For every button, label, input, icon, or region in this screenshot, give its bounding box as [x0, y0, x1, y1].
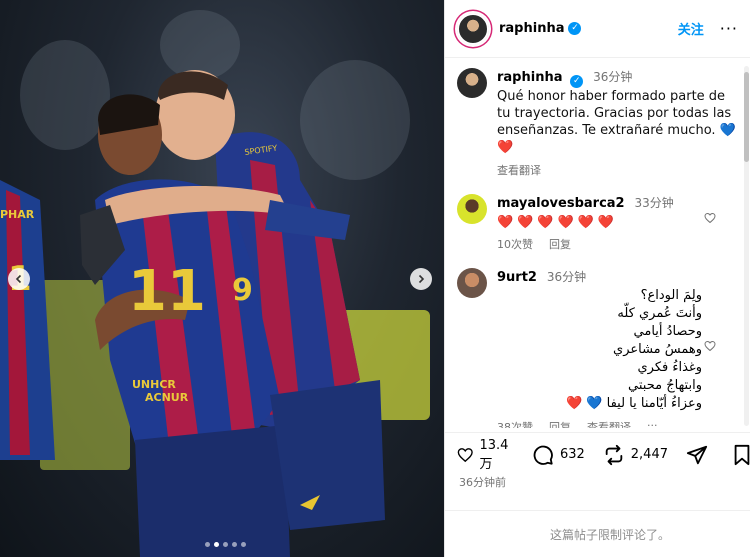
like-count: 13.4 万: [479, 437, 509, 472]
comment-line: وابتهاجُ محبتي: [628, 378, 702, 393]
svg-text:9: 9: [232, 273, 253, 308]
comment-actions: 10次赞 回复: [497, 236, 738, 252]
repost-icon: [605, 444, 623, 465]
commenter-avatar[interactable]: [457, 268, 487, 298]
players-illustration: 11 9 1 UNHCR ACNUR SPOTIFY PHAR: [0, 70, 385, 557]
comment-body: mayalovesbarca2 33分钟 ❤️❤️❤️❤️❤️❤️ 10次赞 回…: [497, 194, 738, 252]
comment-time: 36分钟: [593, 70, 633, 84]
svg-text:ACNUR: ACNUR: [145, 391, 189, 404]
comment-item: mayalovesbarca2 33分钟 ❤️❤️❤️❤️❤️❤️ 10次赞 回…: [457, 194, 738, 252]
author-avatar[interactable]: [457, 12, 489, 45]
comment-line: وعزاءُ أيّامنا يا ليفا 💙 ❤️: [497, 395, 702, 413]
comment-username[interactable]: mayalovesbarca2: [497, 196, 625, 211]
comment-text: ❤️❤️❤️❤️❤️❤️: [497, 215, 619, 230]
like-button[interactable]: 13.4 万: [457, 438, 514, 472]
repost-count: 2,447: [630, 447, 668, 462]
verified-badge-icon: ✓: [568, 22, 582, 35]
comment-username[interactable]: 9urt2: [497, 270, 537, 285]
comment-line: وأنتَ عُمري كلّه: [617, 306, 702, 321]
like-comment-heart-icon[interactable]: [704, 212, 716, 224]
carousel-dot: [232, 542, 237, 547]
like-comment-heart-icon[interactable]: [704, 340, 716, 352]
comment-line: وغذاءُ فكري: [637, 360, 703, 375]
comment-button[interactable]: 632: [532, 444, 585, 466]
comment-username[interactable]: raphinha: [497, 70, 562, 85]
comment-text: ولِمَ الوداع؟ وأنتَ عُمري كلّه وحصادُ أي…: [497, 287, 738, 413]
svg-text:11: 11: [128, 259, 206, 324]
comment-line: ولِمَ الوداع؟: [640, 288, 702, 303]
see-translation-link[interactable]: 查看翻译: [587, 419, 631, 428]
carousel-indicator: [205, 542, 246, 547]
more-options-icon[interactable]: ···: [720, 19, 738, 38]
svg-text:PHAR: PHAR: [0, 208, 35, 221]
carousel-next-button[interactable]: [410, 268, 432, 290]
post-photo: 11 9 1 UNHCR ACNUR SPOTIFY PHAR: [0, 0, 444, 557]
comment-item: raphinha ✓ 36分钟 Qué honor haber formado …: [457, 68, 738, 178]
comment-like-count[interactable]: 38次赞: [497, 419, 533, 428]
chevron-right-icon: [418, 274, 425, 284]
scrollbar-thumb[interactable]: [744, 72, 749, 162]
comment-count: 632: [559, 447, 585, 462]
comment-body: 9urt2 36分钟 ولِمَ الوداع؟ وأنتَ عُمري كلّ…: [497, 268, 738, 428]
carousel-dot: [241, 542, 246, 547]
comment-text: Qué honor haber formado parte de tu tray…: [497, 88, 738, 156]
carousel-dot: [223, 542, 228, 547]
bookmark-icon[interactable]: [732, 444, 750, 466]
post-timestamp: 36分钟前: [459, 476, 506, 489]
heart-icon: [457, 447, 473, 462]
comment-text-content: Qué honor haber formado parte de tu tray…: [497, 89, 732, 138]
action-bar-right: [732, 444, 750, 466]
comment-emojis: 💙 ❤️: [565, 396, 603, 411]
comment-line-text: وعزاءُ أيّامنا يا ليفا: [606, 396, 702, 411]
comment-line: وهمسُ مشاعري: [613, 342, 702, 357]
post-header: raphinha ✓ 关注 ···: [445, 0, 750, 58]
comment-body: raphinha ✓ 36分钟 Qué honor haber formado …: [497, 68, 738, 178]
send-icon: [686, 445, 708, 464]
comment-line: وحصادُ أيامي: [633, 324, 702, 339]
comments-limited-notice: 这篇帖子限制评论了。: [445, 510, 750, 557]
comment-like-count[interactable]: 10次赞: [497, 236, 533, 252]
commenter-avatar[interactable]: [457, 194, 487, 224]
reply-link[interactable]: 回复: [549, 419, 571, 428]
comment-item: 9urt2 36分钟 ولِمَ الوداع؟ وأنتَ عُمري كلّ…: [457, 268, 738, 428]
comment-more-options[interactable]: ···: [647, 419, 658, 428]
reply-link[interactable]: 回复: [549, 236, 571, 252]
see-translation-link[interactable]: 查看翻译: [497, 162, 541, 178]
comment-time: 33分钟: [634, 196, 674, 210]
comment-time: 36分钟: [546, 270, 587, 284]
comment-actions: 38次赞 回复 查看翻译 ···: [497, 419, 738, 428]
author-username[interactable]: raphinha: [499, 21, 564, 36]
post-action-bar: 13.4 万 632 2,447: [445, 432, 750, 476]
comments-list: raphinha ✓ 36分钟 Qué honor haber formado …: [445, 58, 750, 428]
carousel-prev-button[interactable]: [8, 268, 30, 290]
svg-text:UNHCR: UNHCR: [132, 378, 176, 391]
repost-button[interactable]: 2,447: [603, 444, 668, 466]
chevron-left-icon: [15, 274, 22, 284]
commenter-avatar[interactable]: [457, 68, 487, 98]
follow-button[interactable]: 关注: [678, 19, 704, 38]
carousel-dot-active: [214, 542, 219, 547]
comment-actions: 查看翻译: [497, 162, 738, 178]
comment-bubble-icon: [533, 445, 553, 465]
share-button[interactable]: [686, 444, 714, 466]
carousel-dot: [205, 542, 210, 547]
comments-scrollbar[interactable]: [744, 66, 749, 426]
verified-badge-icon: ✓: [570, 75, 584, 88]
post-sidebar: raphinha ✓ 关注 ··· raphinha ✓ 36分钟 Qué ho…: [444, 0, 750, 557]
